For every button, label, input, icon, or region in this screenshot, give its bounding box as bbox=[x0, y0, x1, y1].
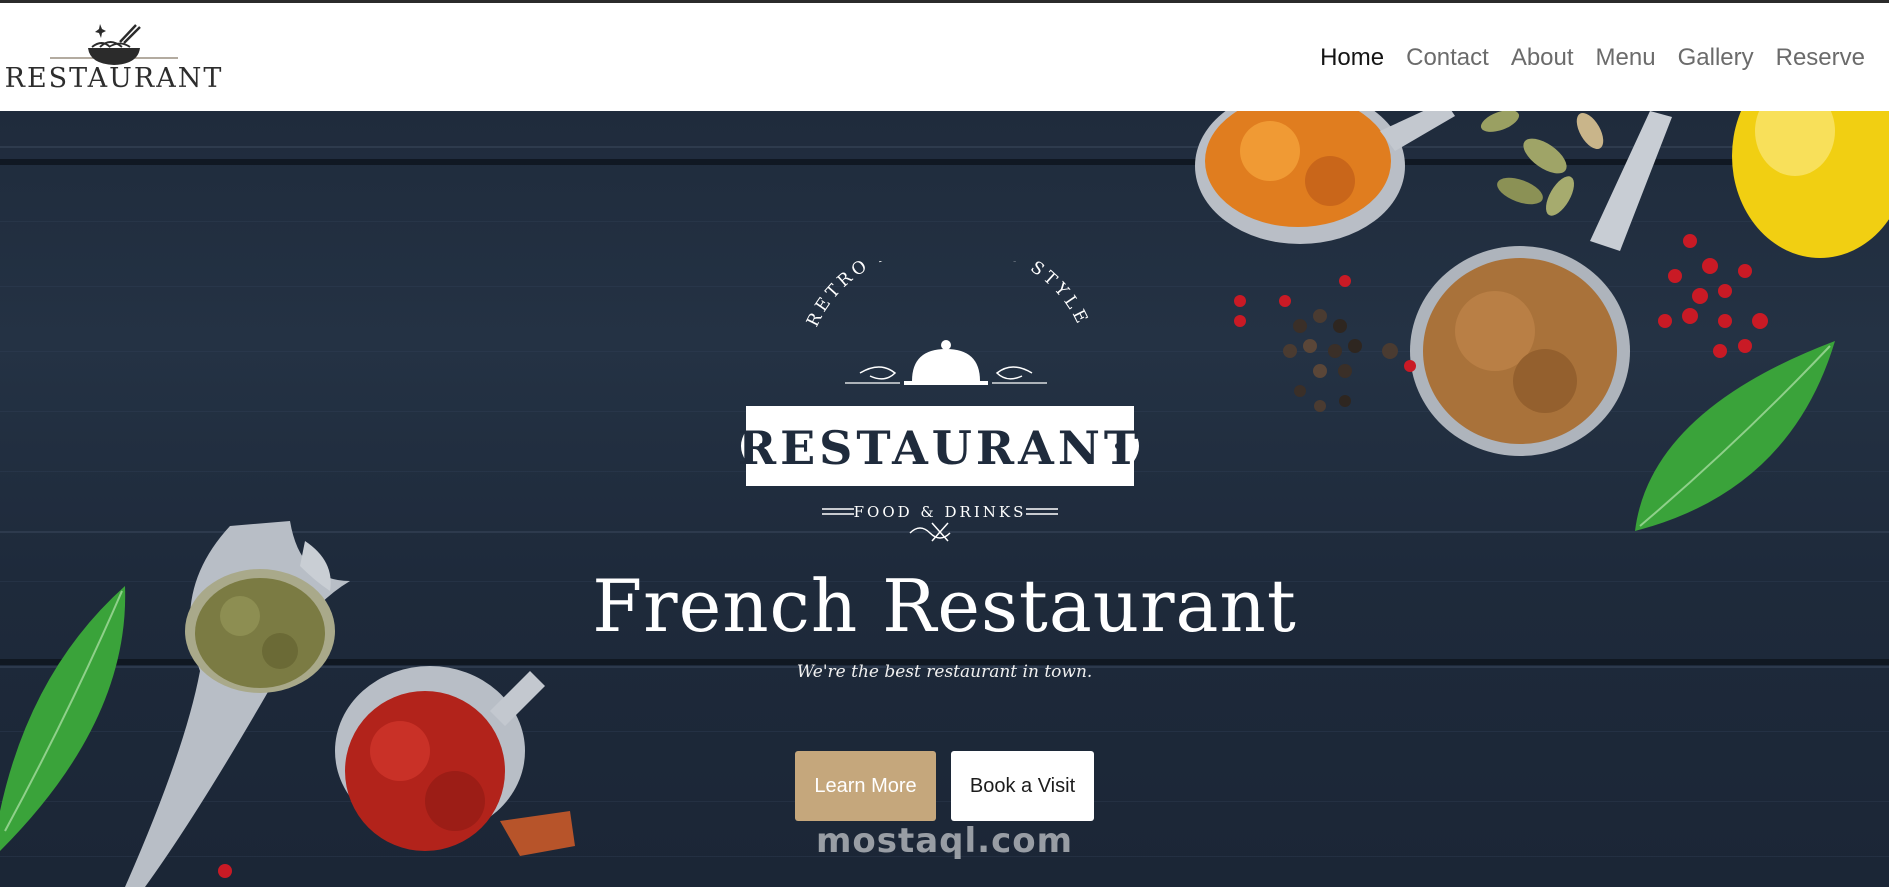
nav-about[interactable]: About bbox=[1511, 44, 1574, 72]
lemon-image bbox=[1732, 111, 1889, 258]
nav-gallery[interactable]: Gallery bbox=[1678, 44, 1754, 72]
cutlery-flourish-icon bbox=[909, 522, 951, 542]
emblem-arc-text: RETRO AUTHENTIC STYLE bbox=[803, 261, 1089, 330]
nav-home[interactable]: Home bbox=[1320, 44, 1384, 72]
hero-section: RETRO AUTHENTIC STYLE RESTAURANT FOOD & … bbox=[0, 111, 1889, 887]
hero-title: French Restaurant bbox=[592, 564, 1297, 648]
plank-seam bbox=[0, 159, 1889, 165]
watermark: mostaql.com bbox=[815, 821, 1074, 861]
noodle-bowl-star-icon bbox=[50, 24, 178, 65]
turmeric-spoon-image bbox=[1195, 111, 1455, 244]
emblem-subtitle: FOOD & DRINKS bbox=[854, 503, 1027, 521]
brand-name: RESTAURANT bbox=[4, 63, 224, 94]
emblem-name: RESTAURANT bbox=[738, 421, 1142, 475]
black-pepper-image bbox=[1234, 275, 1416, 412]
cloche-icon bbox=[845, 340, 1047, 385]
learn-more-button[interactable]: Learn More bbox=[795, 751, 936, 821]
hero-tagline: We're the best restaurant in town. bbox=[796, 662, 1093, 682]
nav-reserve[interactable]: Reserve bbox=[1776, 44, 1865, 72]
cardamom-image bbox=[1480, 111, 1604, 216]
book-visit-button[interactable]: Book a Visit bbox=[951, 751, 1094, 821]
bay-leaf-image bbox=[1635, 341, 1835, 531]
pink-peppercorns-image bbox=[1658, 234, 1768, 358]
brand-logo[interactable]: RESTAURANT bbox=[5, 20, 221, 94]
nav-menu[interactable]: Menu bbox=[1596, 44, 1656, 72]
navbar: RESTAURANT Home Contact About Menu Galle… bbox=[0, 3, 1889, 111]
svg-text:RETRO AUTHENTIC STYLE: RETRO AUTHENTIC STYLE bbox=[803, 261, 1093, 330]
nav-contact[interactable]: Contact bbox=[1406, 44, 1489, 72]
main-nav: Home Contact About Menu Gallery Reserve bbox=[1320, 44, 1865, 72]
